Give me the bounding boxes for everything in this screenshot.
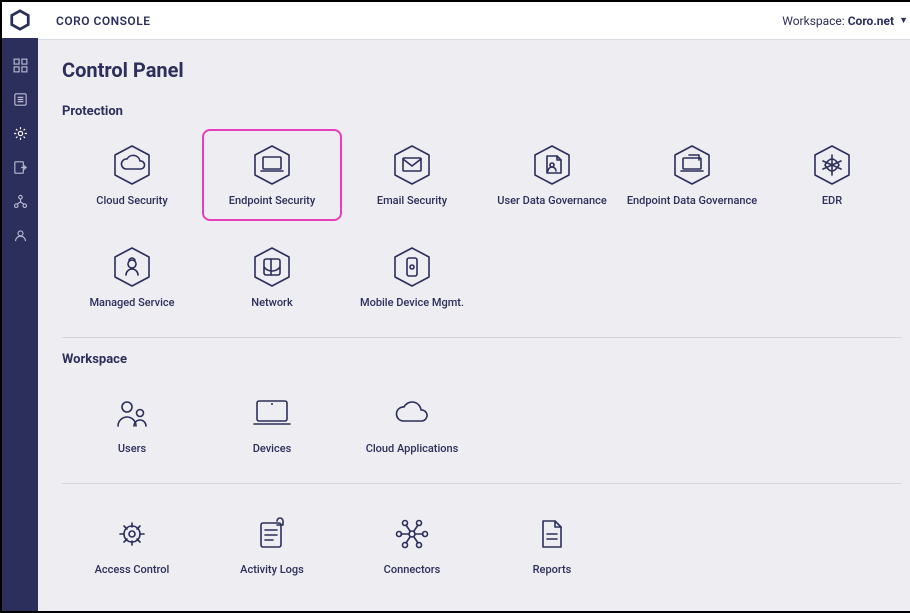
nav-export[interactable] xyxy=(2,150,38,184)
card-label: EDR xyxy=(822,195,842,207)
workspace-selector[interactable]: Workspace: Coro.net ▼ xyxy=(782,14,908,28)
card-label: Cloud Security xyxy=(96,195,167,207)
nav-control-panel[interactable] xyxy=(2,116,38,150)
chevron-down-icon: ▼ xyxy=(899,15,908,26)
endpoint-data-governance-icon xyxy=(669,143,715,187)
card-devices[interactable]: Devices xyxy=(202,377,342,469)
section-title-workspace: Workspace xyxy=(62,352,902,367)
card-cloud-applications[interactable]: Cloud Applications xyxy=(342,377,482,469)
card-label: Mobile Device Mgmt. xyxy=(360,297,464,309)
card-access-control[interactable]: Access Control xyxy=(62,498,202,590)
protection-grid: Cloud Security Endpoint Security Email S… xyxy=(62,129,902,323)
card-mobile-device-mgmt[interactable]: Mobile Device Mgmt. xyxy=(342,231,482,323)
topbar: CORO CONSOLE Workspace: Coro.net ▼ xyxy=(38,2,910,40)
card-label: Cloud Applications xyxy=(366,443,459,455)
card-email-security[interactable]: Email Security xyxy=(342,129,482,221)
workspace-name: Coro.net xyxy=(848,14,894,28)
card-label: Endpoint Data Governance xyxy=(627,195,757,207)
list-icon xyxy=(12,91,29,108)
admin-grid: Access Control Activity Logs Connectors … xyxy=(62,498,902,590)
connectors-icon xyxy=(389,512,435,556)
card-label: Network xyxy=(251,297,292,309)
export-icon xyxy=(12,159,29,176)
section-title-protection: Protection xyxy=(62,104,902,119)
card-endpoint-data-governance[interactable]: Endpoint Data Governance xyxy=(622,129,762,221)
card-label: Devices xyxy=(253,443,292,455)
user-data-governance-icon xyxy=(529,143,575,187)
divider xyxy=(62,337,902,338)
card-endpoint-security[interactable]: Endpoint Security xyxy=(202,129,342,221)
devices-icon xyxy=(249,391,295,435)
card-label: Connectors xyxy=(384,564,441,576)
card-label: Activity Logs xyxy=(240,564,304,576)
cloud-applications-icon xyxy=(389,391,435,435)
workspace-label: Workspace: xyxy=(782,14,844,28)
card-label: Email Security xyxy=(377,195,447,207)
card-label: Access Control xyxy=(95,564,170,576)
access-control-icon xyxy=(109,512,155,556)
card-network[interactable]: Network xyxy=(202,231,342,323)
card-label: User Data Governance xyxy=(497,195,606,207)
gear-icon xyxy=(12,125,29,142)
logo-icon xyxy=(9,9,31,31)
org-icon xyxy=(12,193,29,210)
reports-icon xyxy=(529,512,575,556)
user-icon xyxy=(12,227,29,244)
edr-icon xyxy=(809,143,855,187)
card-cloud-security[interactable]: Cloud Security xyxy=(62,129,202,221)
page-title: Control Panel xyxy=(62,58,902,82)
card-user-data-governance[interactable]: User Data Governance xyxy=(482,129,622,221)
cloud-security-icon xyxy=(109,143,155,187)
grid-icon xyxy=(12,57,29,74)
sidebar xyxy=(2,2,38,611)
card-managed-service[interactable]: Managed Service xyxy=(62,231,202,323)
network-icon xyxy=(249,245,295,289)
endpoint-security-icon xyxy=(249,143,295,187)
brand-title: CORO CONSOLE xyxy=(56,14,150,28)
workspace-grid: Users Devices Cloud Applications xyxy=(62,377,902,469)
card-activity-logs[interactable]: Activity Logs xyxy=(202,498,342,590)
nav-orgs[interactable] xyxy=(2,184,38,218)
card-label: Endpoint Security xyxy=(229,195,315,207)
email-security-icon xyxy=(389,143,435,187)
card-edr[interactable]: EDR xyxy=(762,129,902,221)
activity-logs-icon xyxy=(249,512,295,556)
managed-service-icon xyxy=(109,245,155,289)
card-reports[interactable]: Reports xyxy=(482,498,622,590)
nav-account[interactable] xyxy=(2,218,38,252)
users-icon xyxy=(109,391,155,435)
card-users[interactable]: Users xyxy=(62,377,202,469)
logo[interactable] xyxy=(2,2,38,38)
card-label: Reports xyxy=(533,564,572,576)
mobile-device-mgmt-icon xyxy=(389,245,435,289)
nav-logs[interactable] xyxy=(2,82,38,116)
divider xyxy=(62,483,902,484)
card-label: Users xyxy=(118,443,146,455)
card-connectors[interactable]: Connectors xyxy=(342,498,482,590)
card-label: Managed Service xyxy=(89,297,174,309)
nav-dashboard[interactable] xyxy=(2,48,38,82)
